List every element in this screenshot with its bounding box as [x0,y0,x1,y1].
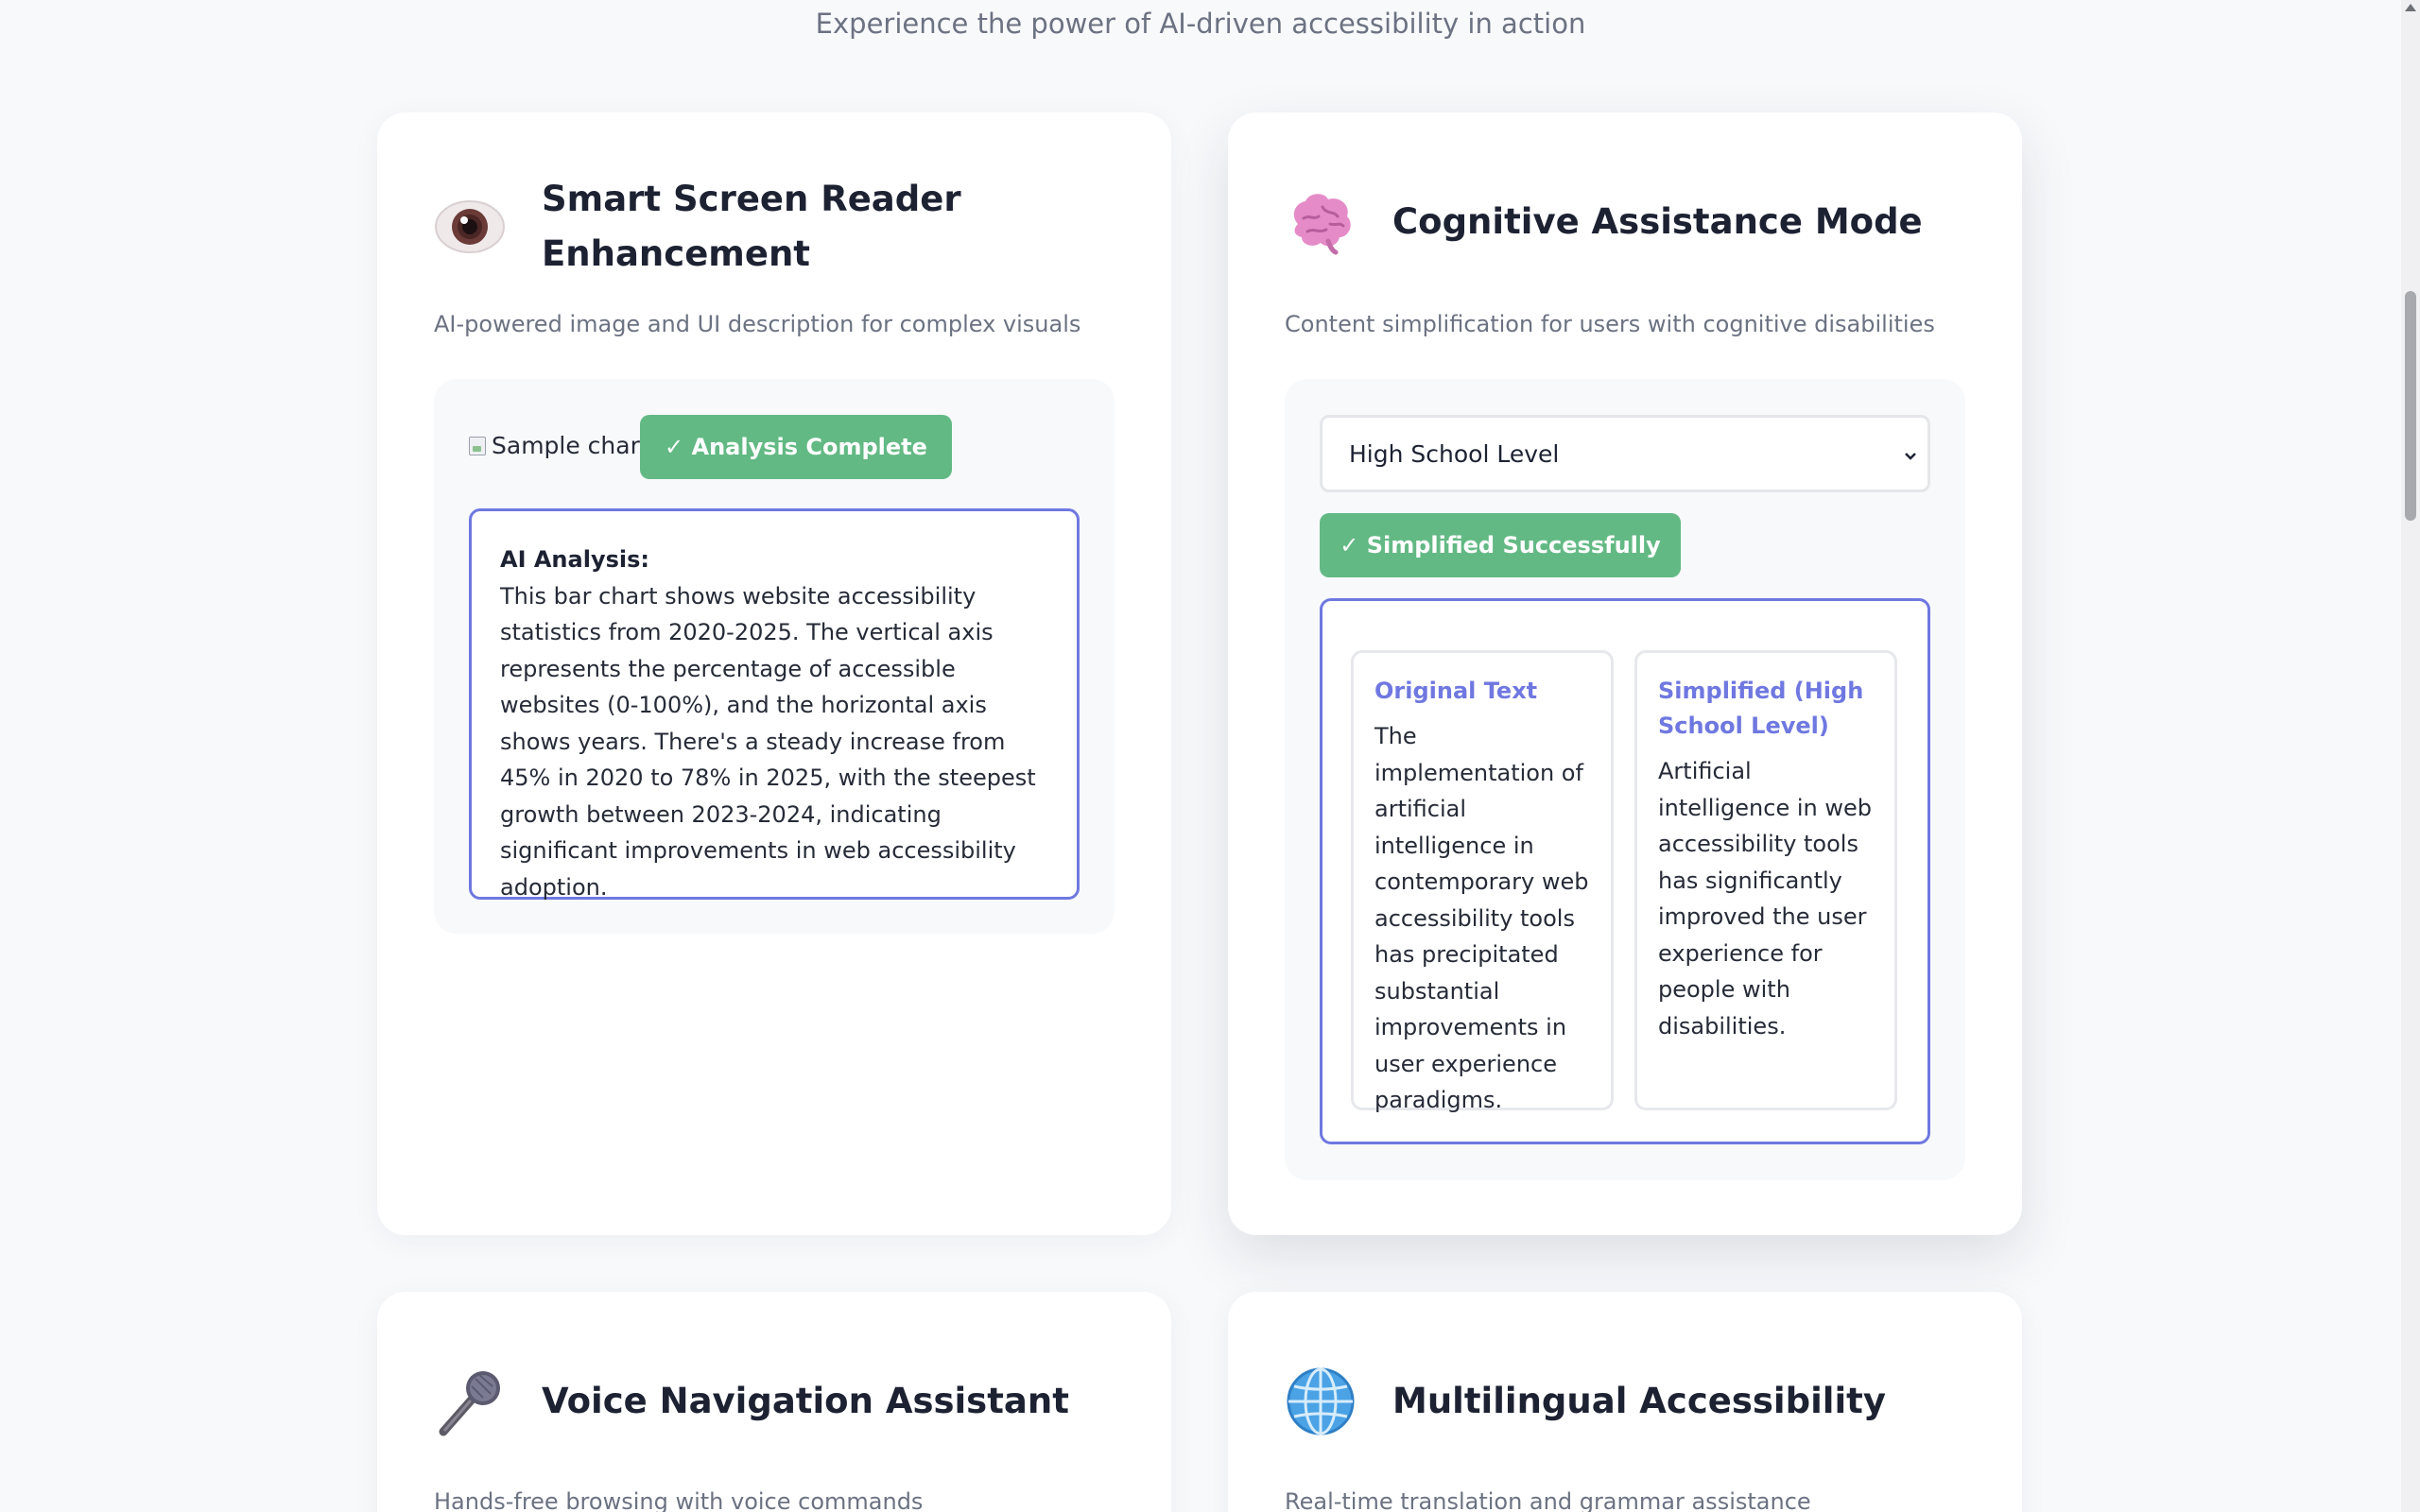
analysis-heading: AI Analysis: [500,546,649,573]
scroll-up-arrow-icon[interactable] [2405,4,2416,11]
analysis-complete-button[interactable]: ✓ Analysis Complete [640,415,952,479]
card-title: Cognitive Assistance Mode [1392,201,1923,242]
analysis-text: This bar chart shows website accessibili… [500,582,1036,901]
scrollbar-thumb[interactable] [2405,291,2416,521]
vertical-scrollbar[interactable] [2401,0,2420,1512]
card-multilingual: Multilingual Accessibility Real-time tra… [1228,1292,2022,1512]
card-smart-screen-reader: Smart Screen Reader Enhancement AI-power… [377,112,1171,1235]
card-description: Content simplification for users with co… [1285,311,1935,337]
card-cognitive-assistance: Cognitive Assistance Mode Content simpli… [1228,112,2022,1235]
card-header: Voice Navigation Assistant [434,1366,1133,1437]
original-heading: Original Text [1374,678,1538,704]
card-description: AI-powered image and UI description for … [434,311,1081,337]
broken-image-icon [469,436,486,455]
simplified-heading: Simplified (High School Level) [1658,678,1864,739]
card-description: Real-time translation and grammar assist… [1285,1488,1811,1512]
reading-level-select[interactable]: High School Level [1320,415,1930,492]
card-description: Hands-free browsing with voice commands [434,1488,924,1512]
demo-panel: Sample chart ✓ Analysis Complete AI Anal… [434,379,1115,934]
simplified-text: Artificial intelligence in web accessibi… [1658,758,1872,1040]
eye-icon [434,191,506,263]
card-title: Smart Screen Reader Enhancement [542,179,961,274]
original-text: The implementation of artificial intelli… [1374,723,1589,1113]
card-title: Multilingual Accessibility [1392,1381,1886,1421]
card-title: Voice Navigation Assistant [542,1381,1069,1421]
card-header: Cognitive Assistance Mode [1285,186,1984,258]
microphone-icon [434,1366,506,1437]
sample-chart-image: Sample chart [469,432,649,459]
ai-analysis-result: AI Analysis: This bar chart shows websit… [469,508,1080,901]
original-text-panel: Original Text The implementation of arti… [1351,650,1614,1113]
demo-panel: High School Level ✓ Simplified Successfu… [1285,379,1965,1180]
card-header: Multilingual Accessibility [1285,1366,1984,1437]
section-subtitle: Experience the power of AI-driven access… [815,8,1586,40]
simplification-result: Original Text The implementation of arti… [1320,598,1930,1144]
card-header: Smart Screen Reader Enhancement [434,172,1133,282]
globe-icon [1285,1366,1357,1437]
brain-icon [1285,186,1357,258]
card-voice-navigation: Voice Navigation Assistant Hands-free br… [377,1292,1171,1512]
page: Experience the power of AI-driven access… [0,0,2420,1512]
simplified-successfully-button[interactable]: ✓ Simplified Successfully [1320,513,1681,577]
chevron-down-icon [1903,440,1918,468]
simplified-text-panel: Simplified (High School Level) Artificia… [1634,650,1897,1110]
